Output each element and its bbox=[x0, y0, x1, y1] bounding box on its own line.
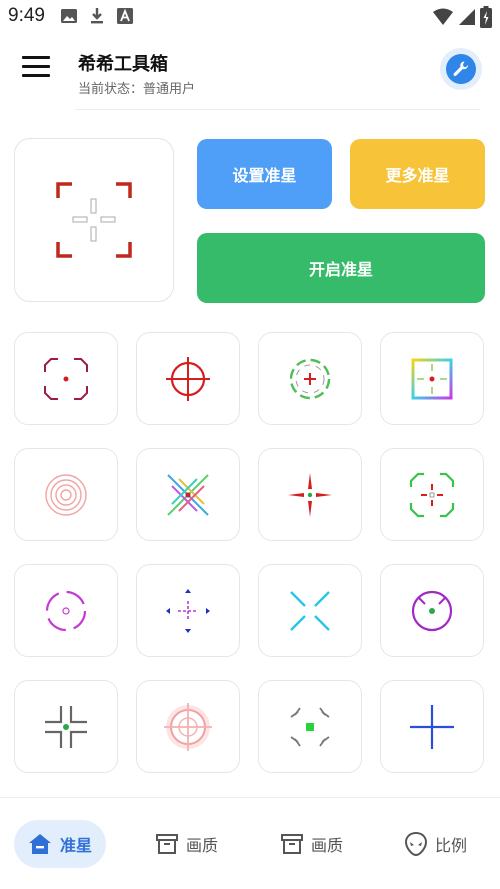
wifi-icon bbox=[433, 8, 453, 25]
archive-box-icon bbox=[281, 834, 303, 854]
app-header: 希希工具箱 当前状态：普通用户 bbox=[0, 34, 500, 110]
open-crosshair-button[interactable]: 开启准星 bbox=[197, 233, 485, 303]
nav-item-label: 画质 bbox=[311, 836, 344, 855]
crosshair-tile[interactable] bbox=[258, 680, 362, 773]
battery-icon bbox=[480, 6, 492, 28]
dashed-circle-plus-crosshair-icon bbox=[289, 358, 331, 399]
purple-arc-crosshair-icon bbox=[45, 590, 87, 631]
blue-plus-crosshair-icon bbox=[410, 704, 454, 749]
crosshair-tile[interactable] bbox=[136, 680, 240, 773]
more-crosshair-button[interactable]: 更多准星 bbox=[350, 139, 485, 209]
blue-diamond-crosshair-icon bbox=[166, 588, 210, 633]
nav-item-quality-2[interactable]: 画质 bbox=[281, 820, 343, 868]
home-icon bbox=[29, 834, 51, 854]
bottom-navigation: 准星 画质 画质 比例 bbox=[0, 798, 500, 889]
nav-item-label: 画质 bbox=[186, 836, 219, 855]
nav-item-quality[interactable]: 画质 bbox=[156, 820, 218, 868]
crosshair-tile[interactable] bbox=[380, 564, 484, 657]
menu-bar bbox=[22, 65, 50, 68]
nav-item-crosshair[interactable]: 准星 bbox=[14, 820, 107, 868]
crosshair-tile[interactable] bbox=[136, 332, 240, 425]
rainbow-square-crosshair-icon bbox=[411, 358, 453, 399]
nav-item-label: 准星 bbox=[60, 836, 93, 855]
crosshair-tile[interactable] bbox=[14, 680, 118, 773]
image-icon bbox=[61, 9, 77, 23]
user-status: 当前状态：普通用户 bbox=[78, 82, 196, 97]
nav-item-label: 比例 bbox=[435, 836, 468, 855]
menu-bar bbox=[22, 74, 50, 77]
crosshair-tile[interactable] bbox=[136, 564, 240, 657]
download-icon bbox=[91, 8, 103, 24]
circle-scope-crosshair-icon bbox=[166, 356, 210, 401]
crosshair-tile[interactable] bbox=[136, 448, 240, 541]
system-status-icons bbox=[432, 6, 492, 28]
status-time: 9:49 bbox=[8, 5, 45, 26]
status-bar: 9:49 bbox=[0, 0, 500, 34]
app-title: 希希工具箱 bbox=[78, 54, 168, 75]
rainbow-x-crosshair-icon bbox=[167, 473, 209, 516]
alien-icon bbox=[405, 832, 427, 856]
signal-icon bbox=[459, 9, 475, 25]
nav-item-ratio[interactable]: 比例 bbox=[405, 820, 467, 868]
menu-button[interactable] bbox=[22, 56, 50, 78]
crosshair-tile[interactable] bbox=[258, 448, 362, 541]
glow-target-crosshair-icon bbox=[164, 702, 212, 751]
purple-circle-crosshair-icon bbox=[411, 590, 453, 631]
set-crosshair-button[interactable]: 设置准星 bbox=[197, 139, 332, 209]
bracket-crosshair-icon bbox=[56, 182, 132, 258]
cyan-x-crosshair-icon bbox=[290, 590, 330, 631]
crosshair-tile[interactable] bbox=[380, 448, 484, 541]
notification-icons bbox=[60, 7, 134, 25]
green-octagon-crosshair-icon bbox=[409, 472, 455, 517]
crosshair-tile[interactable] bbox=[258, 564, 362, 657]
octagon-crosshair-icon bbox=[44, 357, 88, 400]
wrench-icon bbox=[446, 54, 476, 84]
concentric-rings-crosshair-icon bbox=[45, 473, 87, 516]
crosshair-tile[interactable] bbox=[380, 680, 484, 773]
corner-brackets-crosshair-icon bbox=[290, 706, 330, 747]
font-icon bbox=[117, 8, 133, 24]
settings-button[interactable] bbox=[440, 48, 482, 90]
crosshair-tile[interactable] bbox=[14, 564, 118, 657]
archive-box-icon bbox=[156, 834, 178, 854]
red-spike-crosshair-icon bbox=[288, 472, 332, 517]
crosshair-tile[interactable] bbox=[14, 448, 118, 541]
crosshair-preview bbox=[14, 138, 174, 302]
crosshair-tile[interactable] bbox=[258, 332, 362, 425]
header-divider bbox=[75, 109, 480, 110]
crosshair-tile[interactable] bbox=[14, 332, 118, 425]
gray-gap-crosshair-icon bbox=[45, 705, 87, 748]
menu-bar bbox=[22, 56, 50, 59]
crosshair-tile[interactable] bbox=[380, 332, 484, 425]
